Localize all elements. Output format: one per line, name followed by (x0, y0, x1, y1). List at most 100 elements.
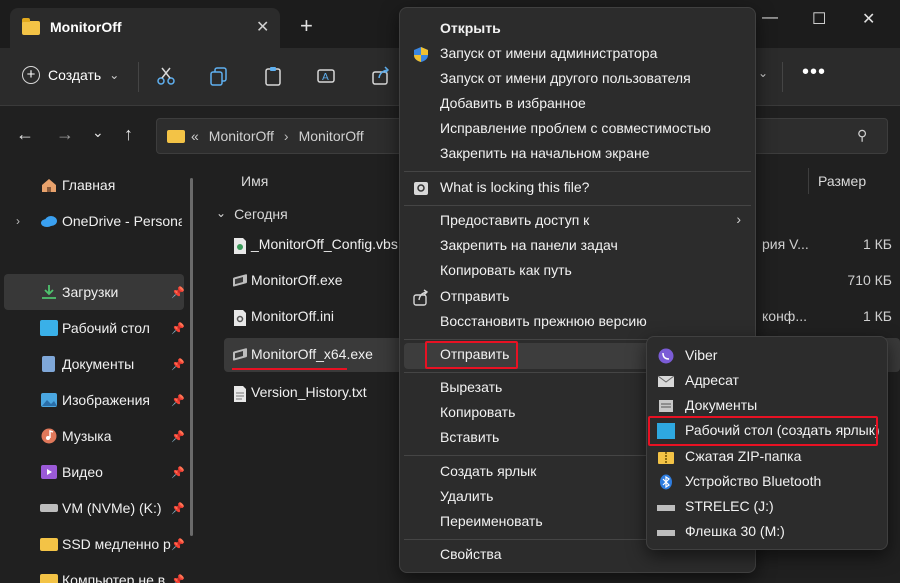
search-icon[interactable]: ⚲ (857, 127, 867, 144)
minimize-button[interactable]: — (762, 9, 778, 27)
toolbar-divider (782, 62, 783, 92)
sidebar-item-label: SSD медленно р (62, 536, 171, 552)
cut-icon[interactable] (155, 65, 177, 87)
sidebar-item-label: Документы (62, 356, 135, 372)
drive-icon (657, 505, 675, 511)
share-icon (413, 289, 429, 306)
svg-text:A: A (322, 72, 329, 83)
file-type: рия V... (762, 236, 809, 252)
menu-item-label: Предоставить доступ к (440, 212, 590, 228)
music-icon (41, 428, 57, 444)
submenu-item-flash-drive[interactable]: Флешка 30 (M:) (651, 520, 883, 545)
menu-item-run-as-other-user[interactable]: Запуск от имени другого пользователя (404, 67, 751, 92)
up-button[interactable]: ↑ (124, 124, 133, 145)
paste-icon[interactable] (262, 65, 284, 87)
breadcrumb-overflow[interactable]: « (191, 128, 199, 144)
sidebar-item-label: Рабочий стол (62, 320, 150, 336)
menu-separator (404, 171, 751, 172)
sidebar-item-label: Компьютер не в (62, 572, 166, 583)
menu-item-what-is-locking[interactable]: What is locking this file? (404, 176, 751, 201)
forward-button[interactable]: → (56, 124, 74, 145)
tab-close-icon[interactable]: ✕ (256, 17, 269, 37)
submenu-item-label: Флешка 30 (M:) (685, 523, 785, 539)
sidebar-item-desktop[interactable]: Рабочий стол 📌 (4, 311, 185, 345)
sidebar-item-ssd-folder[interactable]: SSD медленно р 📌 (4, 527, 185, 561)
column-header-size[interactable]: Размер (818, 173, 866, 189)
pin-icon: 📌 (171, 286, 185, 299)
more-options-button[interactable]: ••• (802, 61, 826, 84)
document-icon (659, 400, 673, 412)
highlight-box (425, 341, 518, 369)
copy-icon[interactable] (208, 65, 230, 87)
menu-item-pin-to-start[interactable]: Закрепить на начальном экране (404, 142, 751, 167)
create-button[interactable]: + Создать ⌄ (22, 66, 119, 84)
shield-icon (414, 47, 428, 62)
sidebar-item-vm-drive[interactable]: VM (NVMe) (K:) 📌 (4, 491, 185, 525)
navigation-pane: Главная › OneDrive - Personal Загрузки 📌… (0, 164, 200, 583)
breadcrumb-item[interactable]: MonitorOff (299, 128, 364, 144)
chevron-right-icon[interactable]: › (16, 214, 20, 228)
menu-item-label: Удалить (440, 488, 494, 504)
column-header-name[interactable]: Имя (241, 173, 268, 189)
file-type: конф... (762, 308, 807, 324)
chevron-down-icon: ⌄ (109, 68, 120, 82)
folder-icon (40, 573, 58, 583)
sidebar-item-label: Загрузки (62, 284, 119, 300)
submenu-item-label: Viber (685, 347, 718, 363)
menu-item-add-to-favorites[interactable]: Добавить в избранное (404, 92, 751, 117)
pin-icon: 📌 (171, 322, 185, 335)
recent-locations-button[interactable]: ⌄ (92, 124, 104, 141)
submenu-item-label: Документы (685, 397, 758, 413)
close-button[interactable]: ✕ (862, 9, 875, 29)
executable-icon (233, 348, 247, 361)
menu-item-run-as-admin[interactable]: Запуск от имени администратора (404, 42, 751, 67)
group-label: Сегодня (234, 206, 288, 222)
tab-monitoroff[interactable]: MonitorOff ✕ (10, 8, 280, 48)
menu-item-pin-to-taskbar[interactable]: Закрепить на панели задач (404, 234, 751, 259)
viber-icon (658, 348, 674, 364)
breadcrumb-item[interactable]: MonitorOff (209, 128, 274, 144)
menu-item-open[interactable]: Открыть (404, 17, 751, 42)
sidebar-item-music[interactable]: Музыка 📌 (4, 419, 185, 453)
sidebar-item-home[interactable]: Главная (4, 168, 184, 202)
submenu-item-zip-folder[interactable]: Сжатая ZIP-папка (651, 445, 883, 470)
maximize-button[interactable]: ☐ (812, 9, 826, 29)
menu-item-share[interactable]: Отправить (404, 285, 751, 310)
script-file-icon (234, 238, 246, 254)
column-divider[interactable] (808, 168, 809, 194)
menu-item-troubleshoot-compatibility[interactable]: Исправление проблем с совместимостью (404, 117, 751, 142)
rename-icon[interactable]: A (316, 65, 338, 87)
sidebar-item-onedrive[interactable]: › OneDrive - Personal (4, 204, 184, 238)
sidebar-item-documents[interactable]: Документы 📌 (4, 347, 185, 381)
sidebar-item-label: Музыка (62, 428, 112, 444)
file-size: 1 КБ (862, 308, 892, 324)
executable-icon (233, 274, 247, 287)
menu-item-label: Вставить (440, 429, 500, 445)
menu-item-give-access[interactable]: Предоставить доступ к › (404, 209, 751, 234)
drive-icon (657, 530, 675, 536)
submenu-item-mail-recipient[interactable]: Адресат (651, 369, 883, 394)
menu-item-label: Вырезать (440, 379, 503, 395)
sidebar-item-pictures[interactable]: Изображения 📌 (4, 383, 185, 417)
submenu-item-strelec-drive[interactable]: STRELEC (J:) (651, 495, 883, 520)
back-button[interactable]: ← (16, 124, 34, 145)
sidebar-scrollbar[interactable] (190, 178, 193, 536)
lock-search-icon (414, 182, 428, 195)
submenu-item-viber[interactable]: Viber (651, 344, 883, 369)
group-header-today[interactable]: ⌄ Сегодня (216, 206, 288, 222)
sidebar-item-downloads[interactable]: Загрузки 📌 (4, 274, 185, 310)
menu-item-label: Копировать как путь (440, 262, 572, 278)
submenu-item-label: Устройство Bluetooth (685, 473, 822, 489)
sidebar-item-computer-folder[interactable]: Компьютер не в 📌 (4, 563, 185, 583)
pin-icon: 📌 (171, 394, 185, 407)
submenu-item-label: STRELEC (J:) (685, 498, 774, 514)
sidebar-item-label: Изображения (62, 392, 150, 408)
chevron-down-icon[interactable]: ⌄ (758, 66, 768, 80)
new-tab-button[interactable]: + (300, 15, 313, 37)
submenu-item-bluetooth[interactable]: Устройство Bluetooth (651, 470, 883, 495)
share-icon[interactable] (370, 65, 392, 87)
mail-icon (657, 375, 675, 387)
menu-item-copy-as-path[interactable]: Копировать как путь (404, 259, 751, 284)
menu-item-restore-previous-version[interactable]: Восстановить прежнюю версию (404, 310, 751, 335)
sidebar-item-videos[interactable]: Видео 📌 (4, 455, 185, 489)
